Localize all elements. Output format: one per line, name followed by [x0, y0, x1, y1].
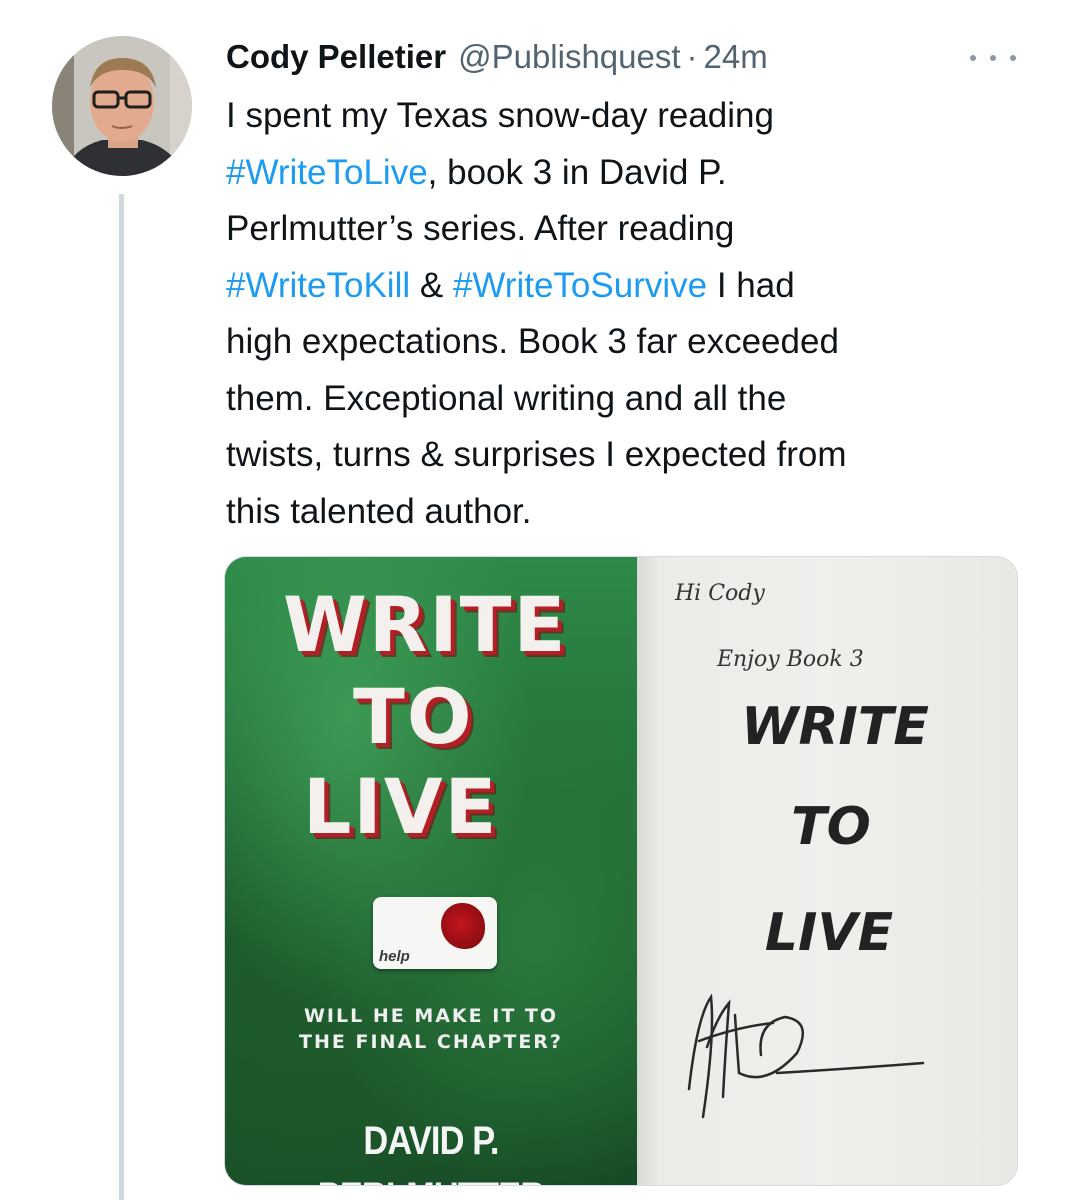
tweet-text-line: them. Exceptional writing and all the [226, 371, 1036, 428]
tweet-text-segment: I spent my Texas snow-day reading [226, 96, 774, 135]
tweet: Cody Pelletier @Publishquest · 24m I spe… [0, 0, 1067, 1200]
tweet-header: Cody Pelletier @Publishquest · 24m [226, 34, 768, 82]
tweet-text-segment: them. Exceptional writing and all the [226, 378, 787, 418]
cover-author: DAVID P. PERLMUTTER [318, 1119, 545, 1185]
page-word-live: LIVE [764, 903, 894, 963]
more-horizontal-icon-dot [990, 55, 996, 61]
hashtag-link[interactable]: #WriteToKill [226, 266, 410, 305]
header-separator: · [686, 38, 698, 75]
tweet-text-line: twists, turns & surprises I expected fro… [226, 427, 1036, 484]
tweet-text-line: high expectations. Book 3 far exceeded [226, 314, 1036, 371]
tweet-text-segment: high expectations. Book 3 far exceeded [226, 322, 839, 361]
more-horizontal-icon [970, 55, 976, 61]
author-name[interactable]: Cody Pelletier [226, 34, 446, 80]
cover-tagline-line2: THE FINAL CHAPTER? [299, 1031, 563, 1053]
tweet-text-segment: , book 3 in David P. [427, 152, 727, 192]
cover-tagline-line1: WILL HE MAKE IT TO [303, 1005, 559, 1027]
tweet-text-line: this talented author. [226, 484, 1036, 541]
tweet-text-segment: twists, turns & surprises I expected fro… [226, 435, 847, 474]
tweet-text-line: #WriteToLive, book 3 in David P. [226, 145, 1036, 202]
help-card-illustration: help [373, 897, 497, 969]
cover-title-to: TO [353, 672, 474, 761]
tweet-media[interactable]: WRITE TO LIVE help WILL HE MAKE IT TO TH… [224, 556, 1018, 1186]
more-options-button[interactable] [970, 48, 1016, 68]
thread-line [119, 194, 124, 1200]
more-horizontal-icon-dot [1010, 55, 1016, 61]
tweet-text-segment: Perlmutter’s series. After reading [226, 209, 735, 248]
tweet-text-segment: I had [707, 265, 795, 305]
handwritten-note: Enjoy Book 3 [717, 647, 864, 672]
book-cover-image: WRITE TO LIVE help WILL HE MAKE IT TO TH… [225, 557, 637, 1185]
cover-title-write: WRITE [283, 580, 568, 669]
tweet-text: I spent my Texas snow-day reading #WriteT… [226, 88, 1036, 540]
tweet-text-line: Perlmutter’s series. After reading [226, 201, 1036, 258]
page-word-to: TO [791, 797, 871, 857]
page-word-write: WRITE [741, 697, 929, 757]
tweet-text-line: #WriteToKill & #WriteToSurvive I had [226, 258, 1036, 315]
blood-stain-icon [441, 903, 485, 949]
signed-title-page-image: Hi Cody Enjoy Book 3 WRITE TO LIVE [637, 557, 1017, 1185]
help-label: help [379, 948, 410, 965]
handwritten-greeting: Hi Cody [675, 581, 765, 606]
tweet-timestamp[interactable]: 24m [704, 34, 768, 80]
hashtag-link[interactable]: #WriteToSurvive [453, 266, 707, 305]
author-signature [687, 993, 925, 1119]
avatar-image [52, 36, 192, 176]
author-handle[interactable]: @Publishquest [458, 34, 680, 80]
avatar[interactable] [52, 36, 192, 176]
cover-tagline: WILL HE MAKE IT TO THE FINAL CHAPTER? [225, 1003, 637, 1055]
tweet-text-line: I spent my Texas snow-day reading [226, 88, 1036, 145]
cover-title-live: LIVE [303, 762, 499, 851]
hashtag-link[interactable]: #WriteToLive [226, 153, 428, 192]
tweet-text-segment: this talented author. [226, 491, 532, 531]
tweet-text-segment: & [410, 265, 453, 305]
